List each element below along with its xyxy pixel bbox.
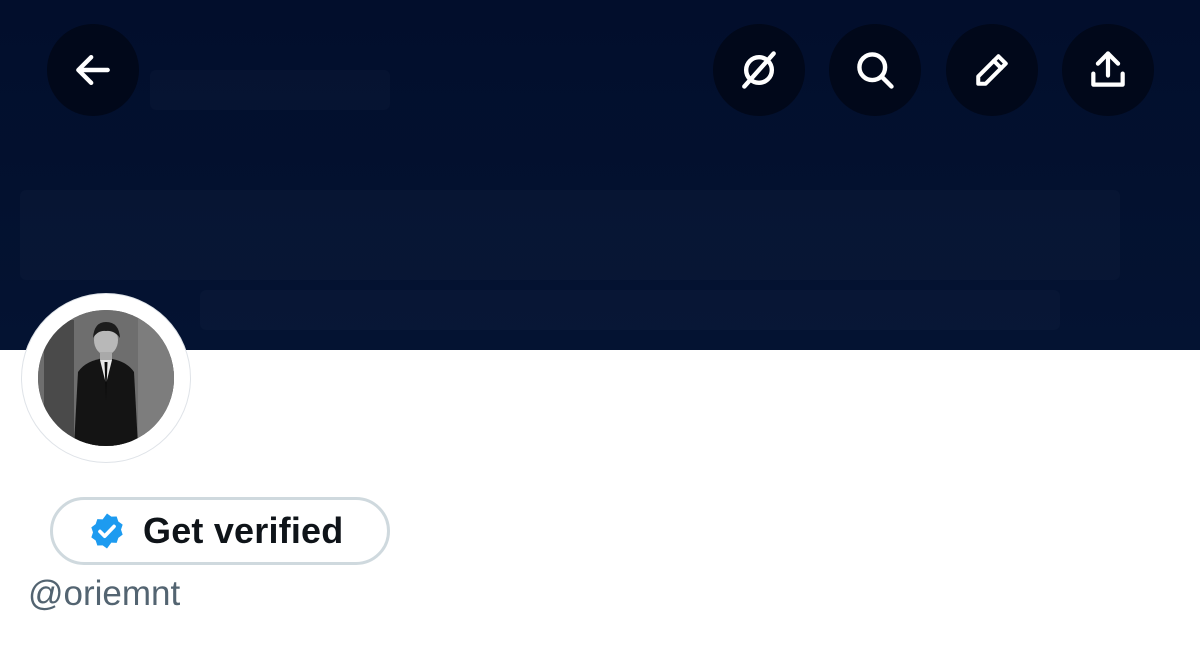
profile-photo — [38, 310, 174, 446]
edit-pencil-icon — [976, 54, 1008, 86]
edit-button[interactable] — [946, 24, 1038, 116]
verified-badge-icon — [87, 511, 127, 551]
banner-texture — [200, 290, 1060, 330]
avatar[interactable] — [22, 294, 190, 462]
get-verified-button[interactable]: Get verified — [50, 497, 390, 565]
grok-icon — [742, 51, 776, 89]
search-button[interactable] — [829, 24, 921, 116]
person-silhouette-icon — [38, 310, 174, 446]
banner-texture — [20, 190, 1120, 280]
grok-button[interactable] — [713, 24, 805, 116]
share-icon — [1091, 51, 1125, 87]
back-button[interactable] — [47, 24, 139, 116]
get-verified-label: Get verified — [143, 510, 344, 551]
arrow-left-icon — [76, 54, 110, 86]
search-icon — [857, 52, 894, 89]
share-button[interactable] — [1062, 24, 1154, 116]
banner-texture — [150, 70, 390, 110]
profile-handle: @oriemnt — [28, 574, 181, 613]
